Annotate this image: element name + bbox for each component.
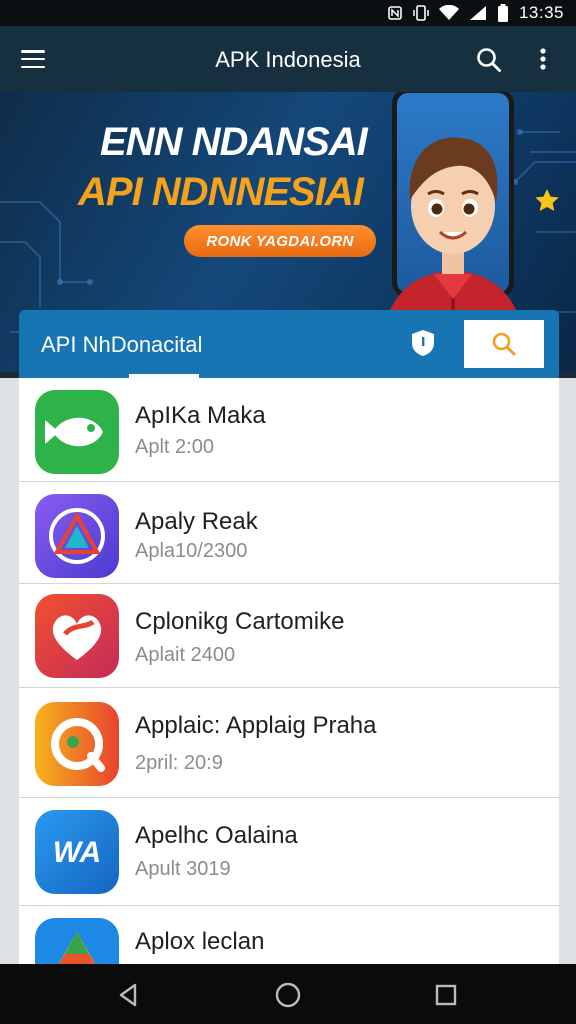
heart-icon <box>35 594 119 678</box>
list-item[interactable]: Aplox leclan <box>19 906 559 964</box>
list-item[interactable]: Cplonikg Cartomike Aplait 2400 <box>19 584 559 688</box>
app-name: ApIKa Maka <box>135 402 266 429</box>
fish-icon <box>35 390 119 474</box>
more-vert-icon[interactable] <box>530 44 556 74</box>
star-icon <box>535 189 559 211</box>
banner-headline-2: API NDNNESIAI <box>78 170 364 214</box>
app-name: Aplox leclan <box>135 928 265 955</box>
back-icon[interactable] <box>113 980 143 1010</box>
app-name: Applaic: Applaig Praha <box>135 712 377 739</box>
search-tab-bar: API NhDonacital <box>19 310 559 378</box>
status-bar: 13:35 <box>0 0 576 26</box>
banner-cta-button[interactable]: RONK YAGDAI.ORN <box>184 225 376 257</box>
app-bar: APK Indonesia <box>0 26 576 92</box>
status-time: 13:35 <box>518 3 564 22</box>
app-subtitle: 2pril: 20:9 <box>135 752 223 774</box>
vibrate-icon <box>413 5 429 21</box>
list-item[interactable]: ApIKa Maka Aplt 2:00 <box>19 378 559 482</box>
battery-icon <box>497 4 509 22</box>
nfc-icon <box>387 5 403 21</box>
list-item[interactable]: Apaly Reak Apla10/2300 <box>19 482 559 584</box>
app-name: Apaly Reak <box>135 508 258 535</box>
triangle-icon <box>35 494 119 578</box>
wifi-icon <box>438 5 459 21</box>
app-subtitle: Aplait 2400 <box>135 644 236 666</box>
drive-icon <box>35 918 119 964</box>
tab-label[interactable]: API NhDonacital <box>41 332 202 358</box>
list-item[interactable]: WA Apelhc Oalaina Apult 3019 <box>19 798 559 906</box>
search-button[interactable] <box>464 320 544 368</box>
app-subtitle: Apla10/2300 <box>135 540 248 562</box>
app-name: Apelhc Oalaina <box>135 822 298 849</box>
home-icon[interactable] <box>273 980 303 1010</box>
wa-icon: WA <box>35 810 119 894</box>
recents-icon[interactable] <box>431 980 461 1010</box>
chat-icon <box>35 702 119 786</box>
search-icon <box>492 332 516 356</box>
app-list-container: ApIKa Maka Aplt 2:00 Apaly Reak Apla10/2… <box>0 378 576 964</box>
app-name: Cplonikg Cartomike <box>135 608 345 635</box>
navigation-bar <box>0 964 576 1024</box>
app-list: ApIKa Maka Aplt 2:00 Apaly Reak Apla10/2… <box>19 378 559 964</box>
shield-icon[interactable] <box>409 328 437 363</box>
banner-headline-1: ENN NDANSAI <box>100 120 368 164</box>
svg-text:WA: WA <box>53 836 101 869</box>
app-subtitle: Apult 3019 <box>135 858 231 880</box>
search-icon[interactable] <box>474 45 504 75</box>
app-subtitle: Aplt 2:00 <box>135 436 214 458</box>
list-item[interactable]: Applaic: Applaig Praha 2pril: 20:9 <box>19 688 559 798</box>
signal-icon <box>469 5 487 21</box>
